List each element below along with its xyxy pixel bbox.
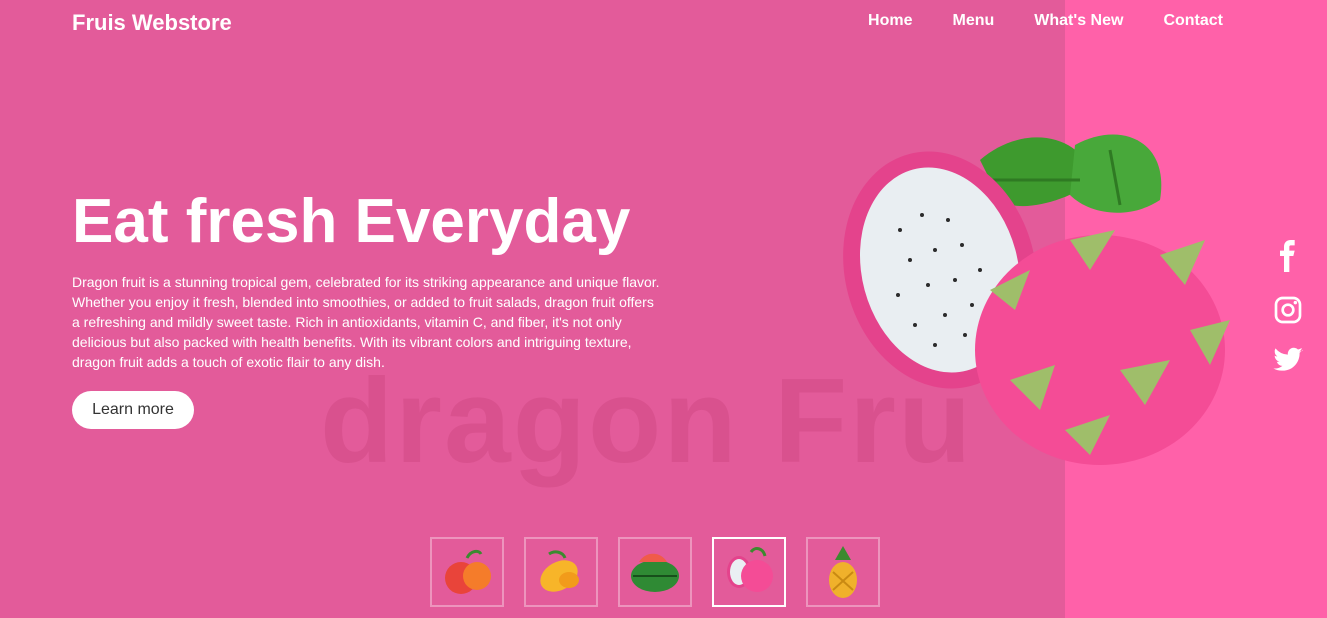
hero-headline: Eat fresh Everyday [72, 187, 631, 256]
thumbnail-mango[interactable] [524, 537, 598, 607]
brand-logo[interactable]: Fruis Webstore [72, 10, 232, 36]
nav-menu[interactable]: Menu [953, 12, 995, 30]
pineapple-icon [829, 546, 857, 598]
apple-icon [445, 549, 491, 594]
thumbnail-watermelon[interactable] [618, 537, 692, 607]
mango-icon [540, 550, 579, 592]
fruit-thumbnails [430, 537, 880, 607]
learn-more-button[interactable]: Learn more [72, 391, 194, 429]
hero-section: Fruis Webstore Home Menu What's New Cont… [0, 0, 1327, 618]
twitter-icon[interactable] [1272, 344, 1304, 376]
dragon-fruit-image [843, 134, 1230, 465]
main-nav: Home Menu What's New Contact [868, 12, 1223, 30]
dragon-fruit-icon [727, 547, 773, 592]
hero-description: Dragon fruit is a stunning tropical gem,… [72, 274, 660, 370]
nav-whats-new[interactable]: What's New [1034, 12, 1123, 30]
thumbnail-apple[interactable] [430, 537, 504, 607]
nav-home[interactable]: Home [868, 12, 912, 30]
nav-contact[interactable]: Contact [1163, 12, 1223, 30]
instagram-icon[interactable] [1272, 294, 1304, 326]
facebook-icon[interactable] [1272, 240, 1304, 272]
watermelon-icon [631, 553, 679, 592]
thumbnail-pineapple[interactable] [806, 537, 880, 607]
thumbnail-dragon-fruit[interactable] [712, 537, 786, 607]
